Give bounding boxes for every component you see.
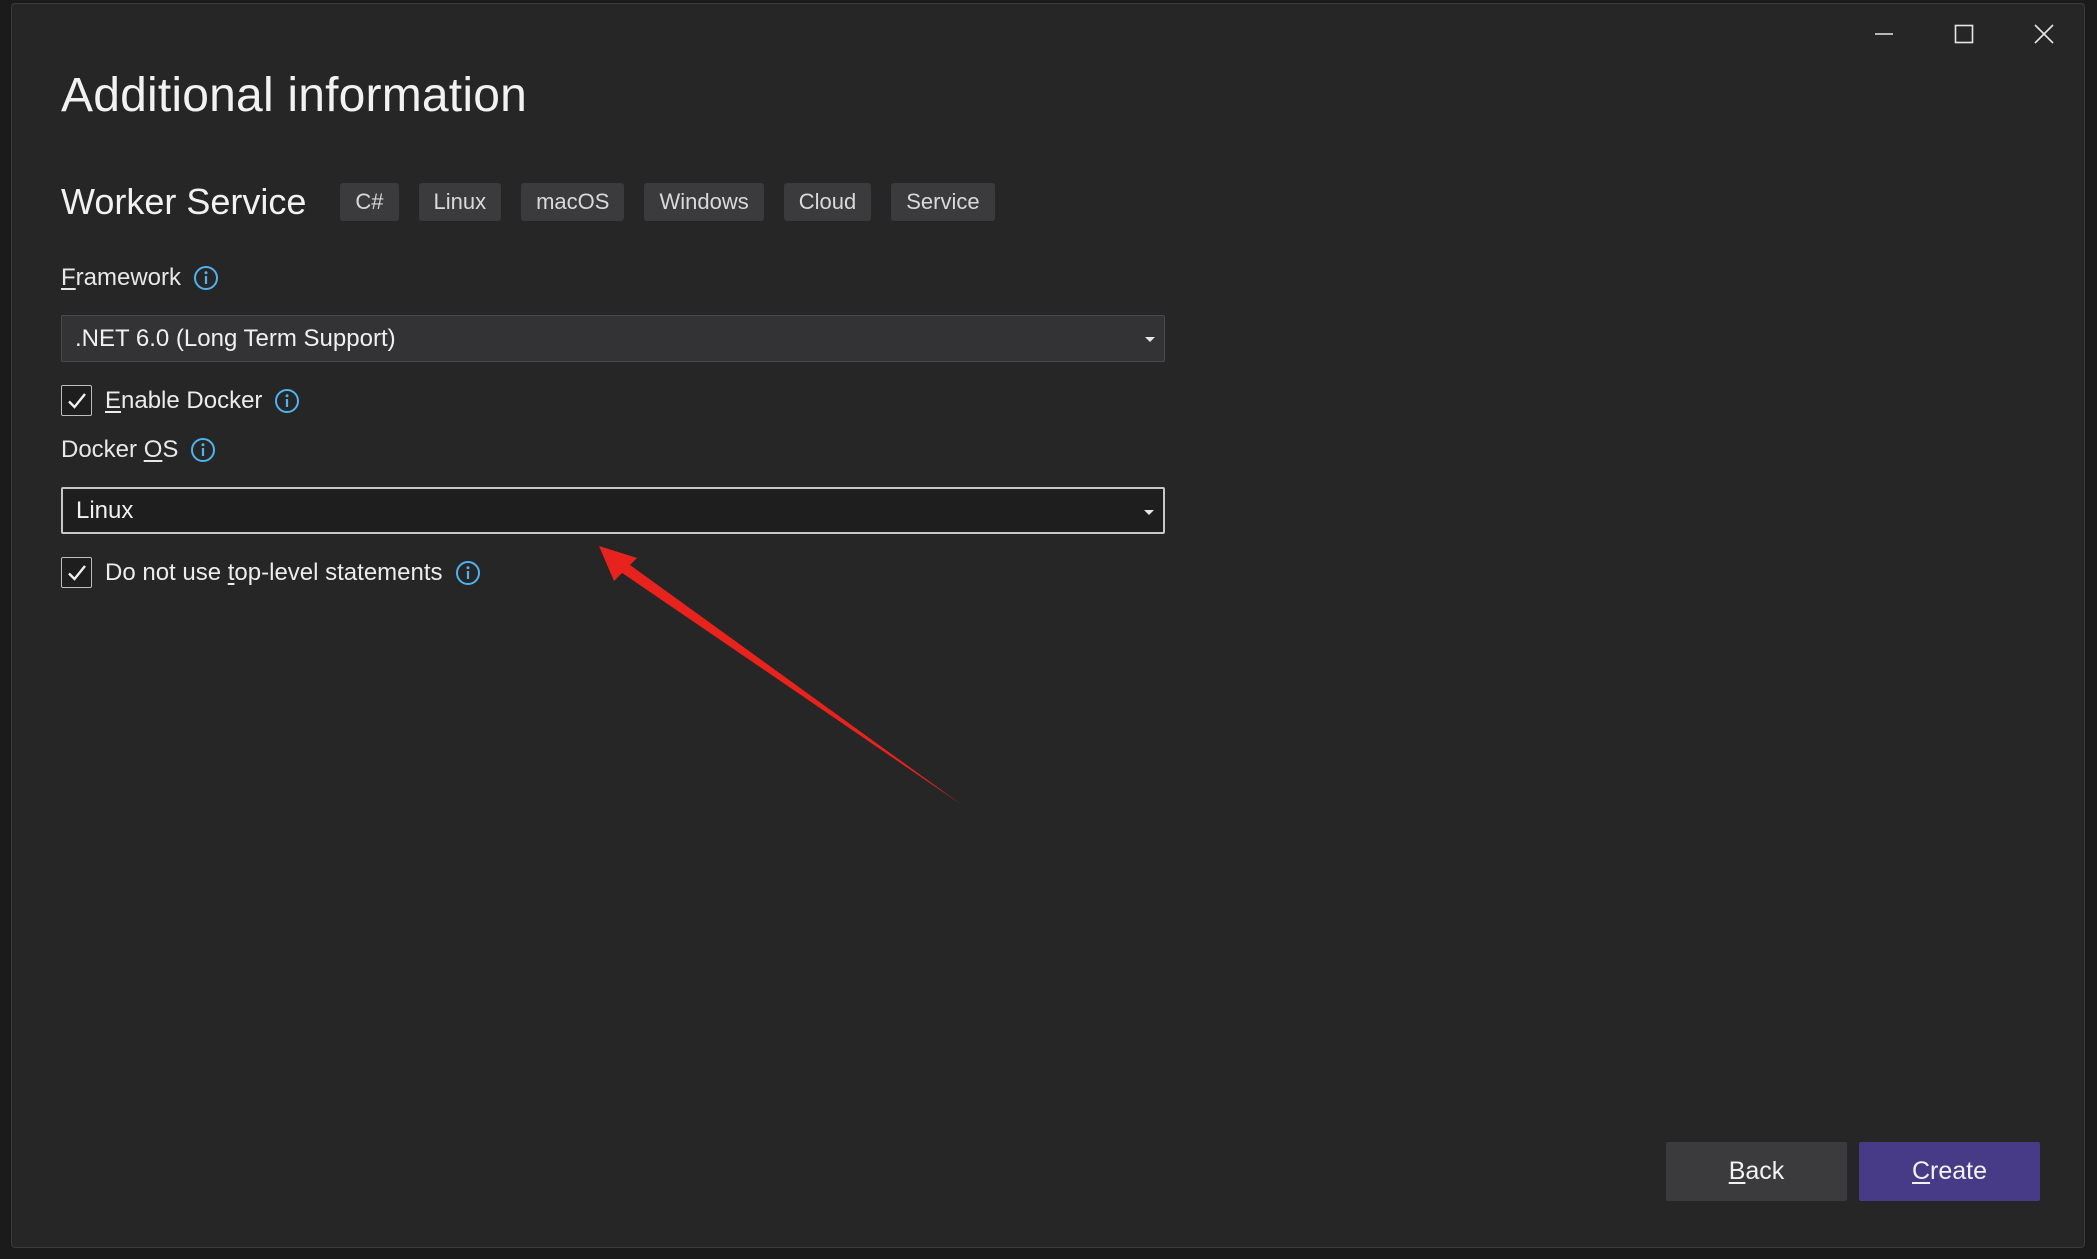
back-label: ack bbox=[1745, 1157, 1785, 1185]
enable-docker-label: nable Docker bbox=[121, 386, 263, 414]
template-name: Worker Service bbox=[61, 181, 307, 222]
framework-selected-value: .NET 6.0 (Long Term Support) bbox=[75, 324, 396, 352]
docker-os-info-icon[interactable] bbox=[190, 437, 216, 463]
tag-cloud: Cloud bbox=[783, 183, 872, 221]
docker-os-label: Docker OS bbox=[61, 436, 216, 464]
minimize-button[interactable] bbox=[1844, 4, 1924, 64]
docker-os-label-rest: S bbox=[162, 436, 179, 463]
checkmark-icon bbox=[67, 392, 86, 409]
tag-csharp: C# bbox=[340, 183, 399, 221]
enable-docker-info-icon[interactable] bbox=[274, 388, 300, 414]
tag-linux: Linux bbox=[418, 183, 502, 221]
top-level-statements-checkbox[interactable] bbox=[61, 557, 92, 588]
enable-docker-row[interactable]: Enable Docker bbox=[61, 385, 300, 416]
docker-os-accesskey: O bbox=[143, 436, 163, 463]
top-level-label-rest: op-level statements bbox=[234, 558, 443, 586]
back-accesskey: B bbox=[1728, 1157, 1746, 1185]
enable-docker-checkbox[interactable] bbox=[61, 385, 92, 416]
top-level-statements-row[interactable]: Do not use t op-level statements bbox=[61, 557, 481, 588]
framework-label-text: ramework bbox=[75, 264, 182, 291]
enable-docker-accesskey: E bbox=[105, 386, 122, 414]
dropdown-caret-icon bbox=[1145, 337, 1155, 342]
maximize-icon bbox=[1954, 24, 1974, 44]
framework-info-icon[interactable] bbox=[193, 265, 219, 291]
window-caption-buttons bbox=[1844, 4, 2084, 64]
close-icon bbox=[2034, 24, 2054, 44]
tag-windows: Windows bbox=[644, 183, 764, 221]
create-label: reate bbox=[1930, 1157, 1988, 1185]
checkmark-icon bbox=[67, 564, 86, 581]
framework-dropdown[interactable]: .NET 6.0 (Long Term Support) bbox=[61, 315, 1165, 362]
template-header: Worker Service C# Linux macOS Windows Cl… bbox=[61, 179, 1015, 225]
docker-os-dropdown[interactable]: Linux bbox=[61, 487, 1165, 534]
maximize-button[interactable] bbox=[1924, 4, 2004, 64]
back-button[interactable]: Back bbox=[1666, 1142, 1847, 1201]
create-accesskey: C bbox=[1911, 1157, 1931, 1185]
top-level-accesskey: t bbox=[227, 558, 235, 586]
create-button[interactable]: Create bbox=[1859, 1142, 2040, 1201]
dialog-window: Additional information Worker Service C#… bbox=[11, 3, 2085, 1248]
tag-service: Service bbox=[891, 183, 995, 221]
tag-macos: macOS bbox=[521, 183, 625, 221]
docker-os-selected-value: Linux bbox=[76, 496, 134, 524]
dropdown-caret-icon bbox=[1144, 510, 1154, 515]
framework-label: Framework bbox=[61, 264, 219, 292]
close-button[interactable] bbox=[2004, 4, 2084, 64]
framework-label-accesskey: F bbox=[61, 264, 76, 291]
minimize-icon bbox=[1875, 33, 1893, 35]
top-level-info-icon[interactable] bbox=[455, 560, 481, 586]
docker-os-label-prefix: Docker bbox=[61, 436, 144, 463]
top-level-label-prefix: Do not use bbox=[105, 558, 228, 586]
dialog-title: Additional information bbox=[61, 69, 528, 122]
